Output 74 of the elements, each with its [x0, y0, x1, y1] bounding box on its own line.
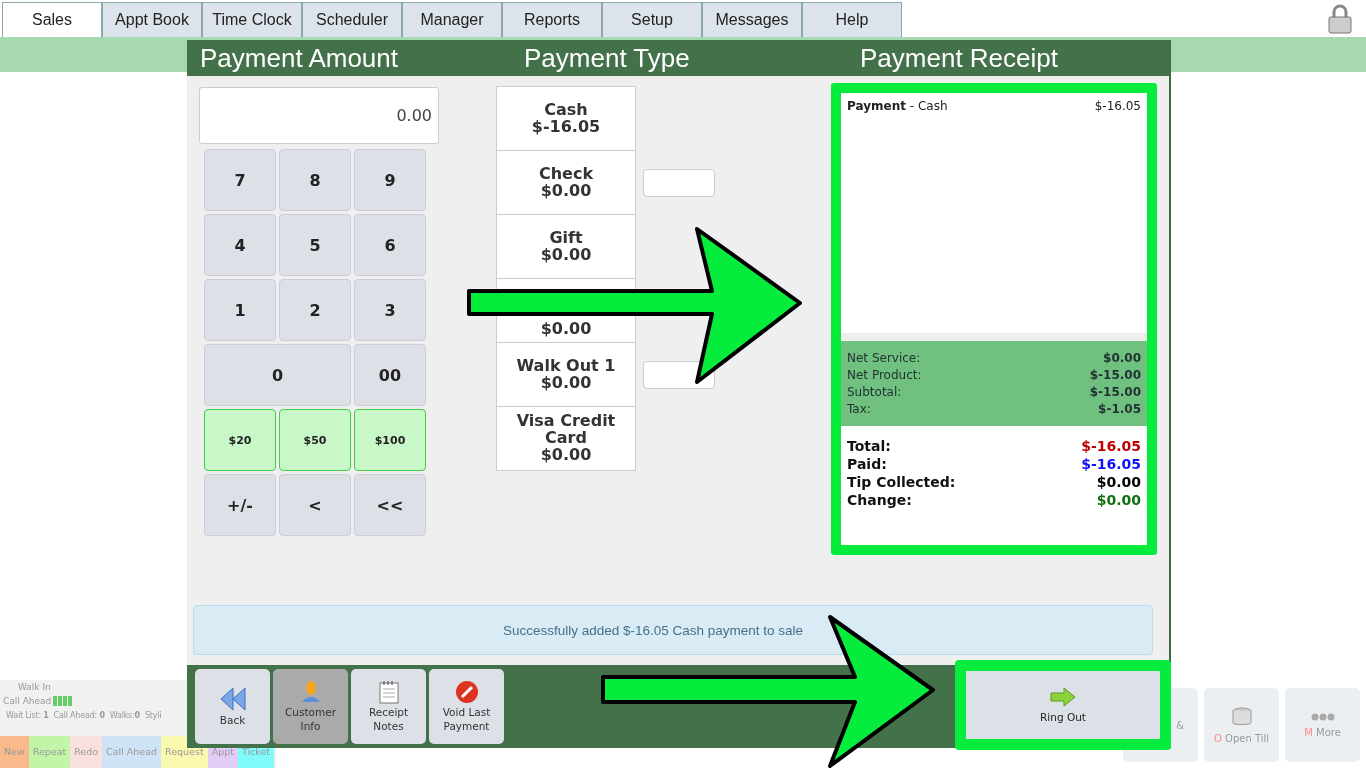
- summary-value: $0.00: [1103, 351, 1141, 365]
- section-title: Payment Amount: [199, 42, 399, 74]
- footer-button[interactable]: Receipt Notes: [351, 669, 426, 744]
- total-label: Change:: [847, 492, 912, 508]
- keypad-key[interactable]: 7: [204, 149, 276, 211]
- receipt-line: Payment - Cash: [847, 99, 948, 115]
- keypad-key[interactable]: 8: [279, 149, 351, 211]
- keypad-key[interactable]: 9: [354, 149, 426, 211]
- nav-tab[interactable]: Time Clock: [202, 2, 302, 37]
- keypad-key[interactable]: 6: [354, 214, 426, 276]
- summary-value: $-15.00: [1089, 368, 1141, 382]
- queue-stat: Wait List: 1: [6, 710, 49, 720]
- nav-tab[interactable]: Scheduler: [302, 2, 402, 37]
- total-label: Paid:: [847, 456, 887, 472]
- keypad-key[interactable]: $20: [204, 409, 276, 471]
- ring-out-button[interactable]: Ring Out: [966, 671, 1160, 739]
- amount-input[interactable]: [643, 169, 715, 197]
- payment-type-button[interactable]: Visa Credit Card $0.00: [496, 406, 636, 471]
- summary-label: Subtotal:: [847, 385, 902, 399]
- summary-label: Tax:: [847, 402, 871, 416]
- total-value: $-16.05: [1081, 456, 1141, 472]
- queue-label: Walk In: [17, 682, 51, 692]
- keypad-key[interactable]: 3: [354, 279, 426, 341]
- keypad-key[interactable]: 00: [354, 344, 426, 406]
- keypad-key[interactable]: $50: [279, 409, 351, 471]
- summary-label: Net Product:: [847, 368, 922, 382]
- receipt-amount: $-16.05: [1094, 99, 1141, 115]
- nav-tab[interactable]: Reports: [502, 2, 602, 37]
- keypad-key[interactable]: 0: [204, 344, 351, 406]
- keypad-key[interactable]: <: [279, 474, 351, 536]
- database-icon: [1231, 706, 1252, 727]
- section-title: Payment Type: [523, 42, 691, 74]
- queue-stat: Call Ahead: 0: [53, 710, 105, 720]
- footer-button[interactable]: Customer Info: [273, 669, 348, 744]
- keypad-key[interactable]: 4: [204, 214, 276, 276]
- keypad-key[interactable]: <<: [354, 474, 426, 536]
- nav-tab[interactable]: Sales: [2, 2, 102, 37]
- rewind-icon: [219, 685, 246, 712]
- notepad-icon: [378, 679, 399, 704]
- amount-field[interactable]: 0.00: [199, 87, 439, 144]
- footer-button[interactable]: Void Last Payment: [429, 669, 504, 744]
- total-value: $0.00: [1096, 492, 1141, 508]
- level-bars-icon: [53, 696, 73, 706]
- lock-icon[interactable]: [1328, 4, 1352, 34]
- right-arrow-icon: [1050, 687, 1076, 707]
- section-title: Payment Receipt: [859, 42, 1059, 74]
- queue-stat: Walks:0: [109, 710, 140, 720]
- nav-tab[interactable]: Help: [802, 2, 902, 37]
- footer-button[interactable]: Back: [195, 669, 270, 744]
- nav-tab[interactable]: Setup: [602, 2, 702, 37]
- nav-tab[interactable]: Manager: [402, 2, 502, 37]
- payment-type-button[interactable]: Gift $0.00: [496, 214, 636, 279]
- payment-type-button[interactable]: Walk Out 1 $0.00: [496, 342, 636, 407]
- dots-icon: [1310, 712, 1335, 721]
- total-value: $0.00: [1096, 474, 1141, 490]
- summary-value: $-1.05: [1098, 402, 1141, 416]
- payment-type-button[interactable]: Cash $-16.05: [496, 86, 636, 151]
- queue-label: Call Ahead: [2, 696, 52, 706]
- summary-value: $-15.00: [1089, 385, 1141, 399]
- keypad-key[interactable]: 1: [204, 279, 276, 341]
- nav-tab[interactable]: Messages: [702, 2, 802, 37]
- queue-stat: Styli: [144, 710, 162, 720]
- payment-type-button[interactable]: Check $0.00: [496, 150, 636, 215]
- success-message: Successfully added $-16.05 Cash payment to sale: [193, 605, 1153, 655]
- summary-label: Net Service:: [847, 351, 921, 365]
- nav-tab[interactable]: Appt Book: [102, 2, 202, 37]
- total-label: Total:: [847, 438, 891, 454]
- keypad-key[interactable]: +/-: [204, 474, 276, 536]
- total-label: Tip Collected:: [847, 474, 956, 490]
- keypad-key[interactable]: $100: [354, 409, 426, 471]
- total-value: $-16.05: [1081, 438, 1141, 454]
- no-entry-icon: [454, 679, 479, 704]
- keypad-key[interactable]: 2: [279, 279, 351, 341]
- keypad-key[interactable]: 5: [279, 214, 351, 276]
